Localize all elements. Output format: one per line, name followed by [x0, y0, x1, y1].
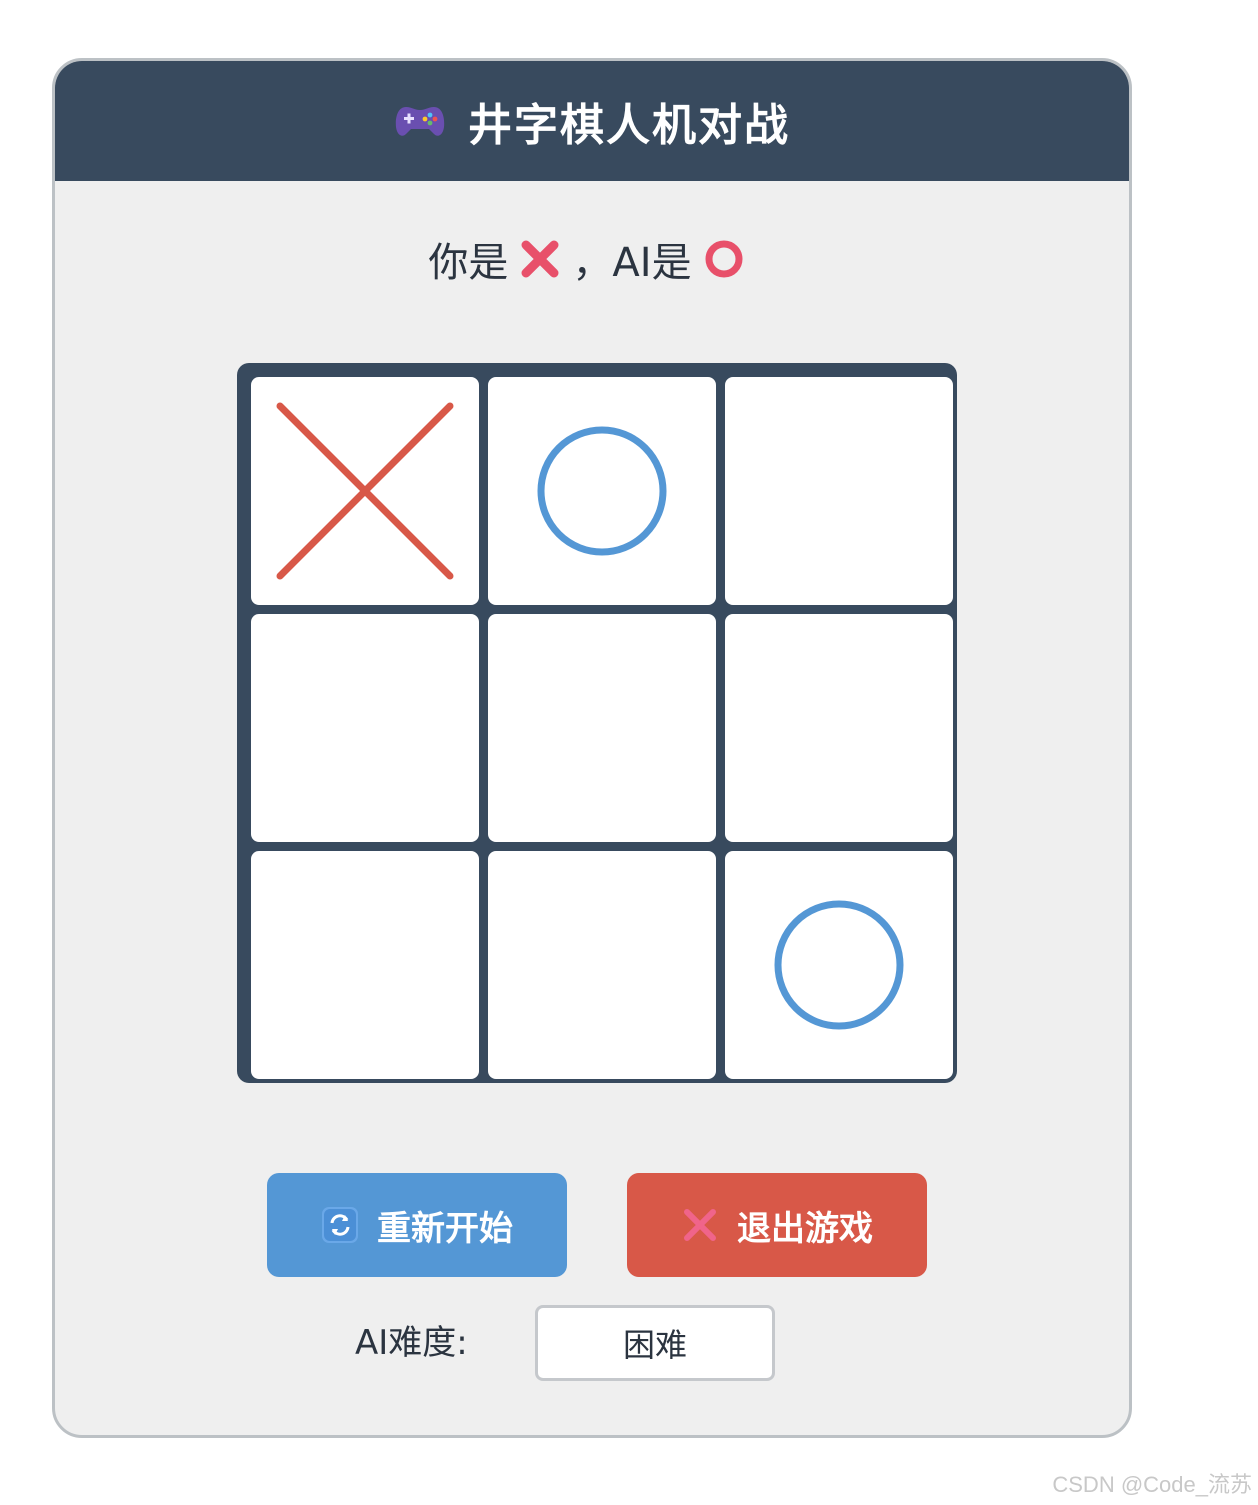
restart-button[interactable]: 重新开始 [267, 1173, 567, 1277]
you-are-label: 你是 [428, 240, 509, 286]
cross-icon [681, 1206, 719, 1244]
board-cell-0[interactable] [251, 377, 479, 605]
board-cell-3[interactable] [251, 614, 479, 842]
title-bar: 井字棋人机对战 [55, 61, 1129, 181]
difficulty-label: AI难度: [355, 1323, 468, 1363]
board-cell-8[interactable] [725, 851, 953, 1079]
board-cell-6[interactable] [251, 851, 479, 1079]
player-info: 你是 ， AI是 [55, 229, 1129, 289]
o-mark [537, 426, 667, 556]
board-cell-5[interactable] [725, 614, 953, 842]
game-window: 井字棋人机对战 你是 ， AI是 重新开始 退出游戏 AI难度: 困难 [52, 58, 1132, 1438]
exit-button[interactable]: 退出游戏 [627, 1173, 927, 1277]
board-cell-2[interactable] [725, 377, 953, 605]
game-controller-icon [394, 101, 446, 141]
restart-label: 重新开始 [377, 1208, 513, 1249]
page-title: 井字棋人机对战 [468, 100, 790, 151]
x-mark [276, 402, 454, 580]
difficulty-select[interactable]: 困难 [535, 1305, 775, 1381]
board-cell-1[interactable] [488, 377, 716, 605]
circle-mark-icon [702, 237, 746, 281]
game-board [237, 363, 957, 1083]
refresh-icon [321, 1206, 359, 1244]
board-cell-7[interactable] [488, 851, 716, 1079]
board-cell-4[interactable] [488, 614, 716, 842]
cross-mark-icon [518, 237, 562, 281]
o-mark [774, 900, 904, 1030]
ai-is-label: AI是 [612, 240, 692, 286]
exit-label: 退出游戏 [737, 1208, 873, 1249]
separator: ， [572, 240, 613, 286]
watermark: CSDN @Code_流苏 [1052, 1472, 1252, 1497]
